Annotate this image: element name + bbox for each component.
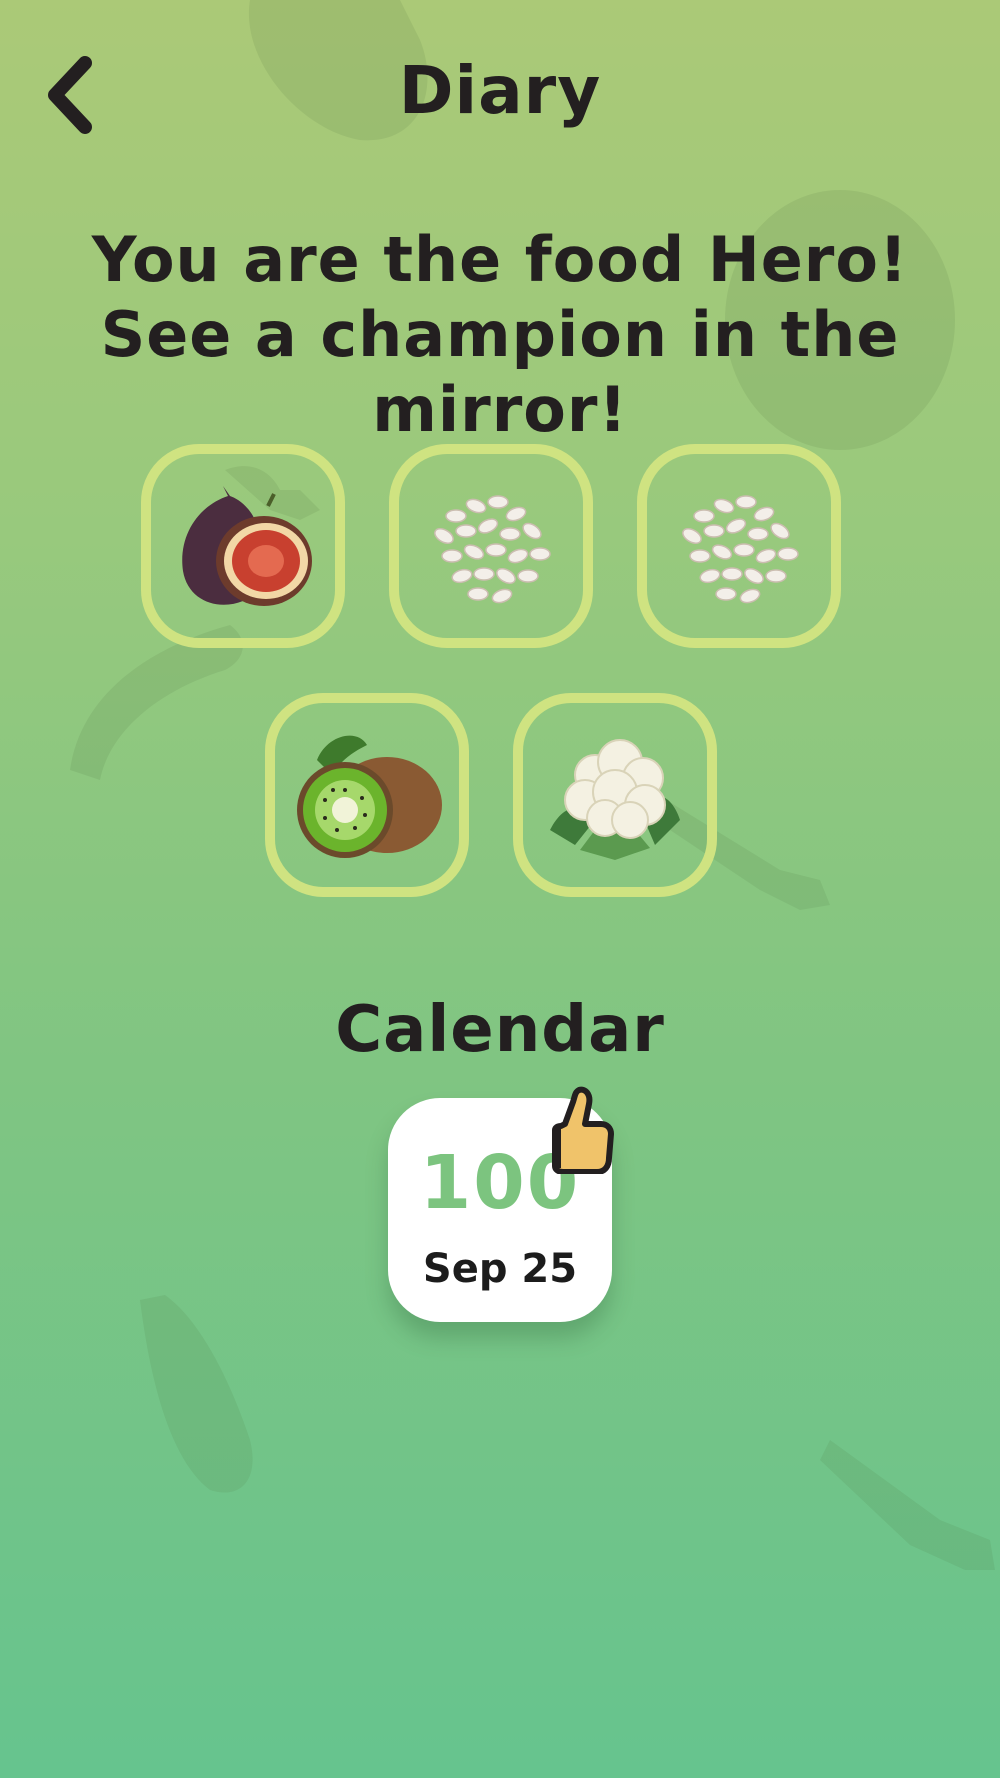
kiwi-icon [297,735,442,858]
hero-message: You are the food Hero! See a champion in… [91,223,909,446]
food-tile-fig[interactable] [141,444,345,648]
food-tile-white-beans-2[interactable] [637,444,841,648]
white-beans-icon [682,495,799,604]
thumbs-up-icon [552,1086,614,1174]
day-date: Sep 25 [422,1246,578,1292]
calendar-title: Calendar [335,993,665,1067]
fig-icon [182,486,312,606]
food-tile-kiwi[interactable] [265,693,469,897]
top-bar: Diary [0,0,1000,190]
food-tile-cauliflower[interactable] [513,693,717,897]
page-title: Diary [398,52,602,129]
food-tile-white-beans-1[interactable] [389,444,593,648]
white-beans-icon [434,495,551,604]
cauliflower-icon [550,739,680,860]
